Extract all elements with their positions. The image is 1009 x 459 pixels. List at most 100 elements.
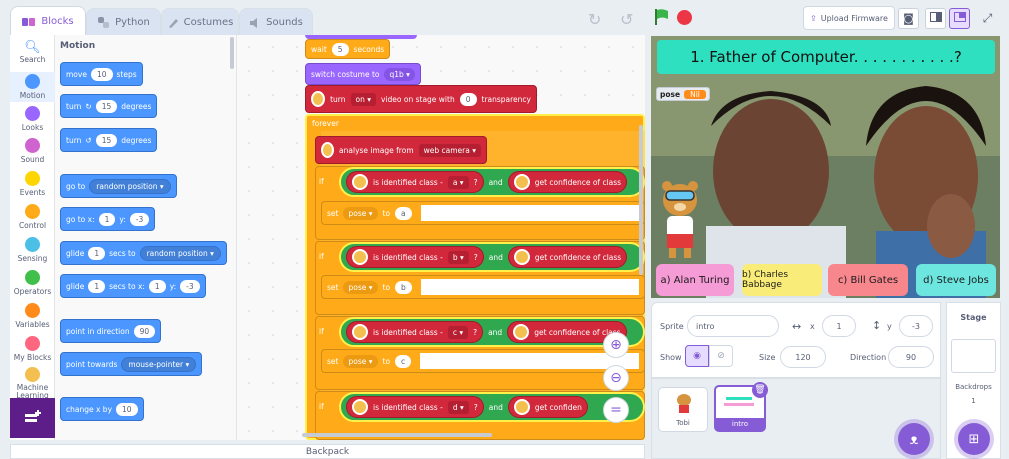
- towards-dropdown[interactable]: mouse-pointer ▾: [121, 356, 197, 372]
- and-condition-3[interactable]: is identified class -c ▾? and get confiden…: [339, 317, 645, 347]
- confidence-reporter[interactable]: get confidence of class: [507, 246, 628, 268]
- stage-target-pane[interactable]: Stage Backdrops 1 ⊞: [946, 302, 1001, 459]
- x-position-input[interactable]: 1: [822, 315, 856, 337]
- video-state-dropdown[interactable]: on ▾: [350, 92, 376, 106]
- sprite-thumb-tobi[interactable]: Tobi: [658, 387, 708, 432]
- delete-sprite-button[interactable]: 🗑︎: [752, 382, 768, 398]
- variable-dropdown[interactable]: pose ▾: [343, 354, 378, 368]
- x-input[interactable]: 1: [148, 279, 166, 293]
- change-x-input[interactable]: 10: [116, 402, 138, 416]
- glide-dropdown[interactable]: random position ▾: [139, 245, 221, 261]
- zoom-reset-button[interactable]: =: [603, 397, 629, 423]
- y-input[interactable]: -3: [180, 279, 200, 293]
- sprite-thumb-intro[interactable]: intro 🗑︎: [714, 382, 768, 432]
- redo-icon[interactable]: ↻: [588, 10, 601, 29]
- stage-canvas[interactable]: 1. Father of Computer. . . . . . . . . .…: [651, 36, 1000, 298]
- size-input[interactable]: 120: [780, 346, 826, 368]
- identified-class-reporter[interactable]: is identified class - a ▾?: [346, 171, 484, 193]
- switch-costume-block[interactable]: switch costume to q1b ▾: [305, 63, 421, 85]
- set-variable-block-1[interactable]: set pose ▾ to a: [321, 201, 645, 225]
- value-input[interactable]: b: [395, 280, 412, 294]
- point-direction-block[interactable]: point in direction 90: [60, 319, 162, 343]
- secs-input[interactable]: 1: [88, 279, 106, 293]
- turn-left-block[interactable]: turn ↺ 15 degrees: [60, 128, 158, 152]
- glide-xy-block[interactable]: glide 1 secs to x: 1 y: -3: [60, 274, 206, 298]
- goto-dropdown[interactable]: random position ▾: [89, 178, 171, 194]
- variable-monitor-pose[interactable]: pose Nil: [656, 87, 710, 101]
- stop-button[interactable]: [677, 10, 692, 25]
- class-dropdown[interactable]: c ▾: [447, 325, 469, 339]
- wait-block[interactable]: wait 5 seconds: [305, 39, 391, 59]
- script-horizontal-scrollbar[interactable]: [302, 433, 492, 437]
- turn-right-block[interactable]: turn ↻ 15 degrees: [60, 94, 158, 118]
- category-my-blocks[interactable]: My Blocks: [10, 336, 55, 362]
- transparency-input[interactable]: 0: [459, 92, 477, 106]
- class-dropdown[interactable]: d ▾: [447, 400, 469, 414]
- degrees-input[interactable]: 15: [95, 99, 118, 113]
- add-sprite-button[interactable]: ᴥ: [898, 423, 930, 455]
- category-operators[interactable]: Operators: [10, 270, 55, 296]
- answer-option-a[interactable]: a) Alan Turing: [656, 264, 734, 296]
- sprite-name-input[interactable]: intro: [687, 315, 779, 337]
- confidence-reporter[interactable]: get confiden: [507, 396, 588, 418]
- category-looks[interactable]: Looks: [10, 106, 55, 132]
- green-flag-button[interactable]: [652, 8, 672, 28]
- glide-block[interactable]: glide 1 secs to random position ▾: [60, 241, 227, 265]
- undo-icon[interactable]: ↺: [620, 10, 633, 29]
- and-condition-2[interactable]: is identified class - b ▾? and get confiden…: [339, 242, 645, 272]
- tab-blocks[interactable]: Blocks: [10, 6, 86, 36]
- category-control[interactable]: Control: [10, 204, 55, 230]
- answer-option-d[interactable]: d) Steve Jobs: [916, 264, 996, 296]
- upload-firmware-button[interactable]: ⇪ Upload Firmware: [803, 6, 895, 30]
- identified-class-reporter[interactable]: is identified class - b ▾?: [346, 246, 484, 268]
- x-input[interactable]: 1: [98, 212, 116, 226]
- goto-block[interactable]: go to random position ▾: [60, 174, 177, 198]
- direction-input[interactable]: 90: [888, 346, 934, 368]
- category-events[interactable]: Events: [10, 171, 55, 197]
- y-input[interactable]: -3: [129, 212, 150, 226]
- and-condition-4[interactable]: is identified class - d ▾? and get confiden: [339, 392, 645, 422]
- zoom-in-button[interactable]: ⊕: [603, 332, 629, 358]
- costume-dropdown[interactable]: q1b ▾: [384, 67, 415, 81]
- identified-class-reporter[interactable]: is identified class - c ▾?: [346, 321, 484, 343]
- hide-sprite-button[interactable]: ⊘: [709, 345, 733, 367]
- video-on-stage-block[interactable]: turn on ▾ video on stage with 0 transparency: [305, 85, 537, 113]
- screenshot-button[interactable]: ◙: [898, 8, 919, 29]
- point-towards-block[interactable]: point towards mouse-pointer ▾: [60, 352, 203, 376]
- steps-input[interactable]: 10: [90, 67, 113, 81]
- tobi-sprite[interactable]: [655, 176, 705, 264]
- image-source-dropdown[interactable]: web camera ▾: [418, 143, 481, 157]
- analyse-image-block[interactable]: analyse image from web camera ▾: [315, 136, 487, 164]
- value-input[interactable]: c: [395, 354, 412, 368]
- tab-python[interactable]: Python: [86, 8, 161, 36]
- add-backdrop-button[interactable]: ⊞: [958, 423, 990, 455]
- category-machine-learning[interactable]: Machine Learning: [10, 367, 55, 400]
- y-position-input[interactable]: -3: [899, 315, 933, 337]
- category-motion[interactable]: Motion: [10, 72, 55, 102]
- set-variable-block-2[interactable]: set pose ▾ to b: [321, 275, 645, 299]
- class-dropdown[interactable]: a ▾: [447, 175, 469, 189]
- answer-option-b[interactable]: b) Charles Babbage: [742, 264, 822, 296]
- category-variables[interactable]: Variables: [10, 303, 55, 329]
- answer-option-c[interactable]: c) Bill Gates: [828, 264, 908, 296]
- confidence-reporter[interactable]: get confidence of class: [507, 171, 628, 193]
- large-stage-button[interactable]: [949, 8, 970, 29]
- backpack-bar[interactable]: Backpack: [10, 444, 645, 459]
- value-input[interactable]: a: [395, 206, 412, 220]
- goto-xy-block[interactable]: go to x: 1 y: -3: [60, 207, 156, 231]
- category-search[interactable]: 🔍︎ Search: [10, 40, 55, 64]
- fullscreen-button[interactable]: ⤢: [977, 8, 998, 29]
- move-steps-block[interactable]: move 10 steps: [60, 62, 143, 86]
- small-stage-button[interactable]: [925, 8, 946, 29]
- script-vertical-scrollbar[interactable]: [639, 125, 643, 275]
- direction-input[interactable]: 90: [133, 324, 156, 338]
- palette-scrollbar[interactable]: [230, 37, 234, 69]
- wait-seconds-input[interactable]: 5: [331, 42, 349, 56]
- tab-sounds[interactable]: Sounds: [239, 8, 313, 36]
- tab-costumes[interactable]: Costumes: [161, 8, 239, 36]
- secs-input[interactable]: 1: [88, 246, 106, 260]
- zoom-out-button[interactable]: ⊖: [603, 365, 629, 391]
- degrees-input[interactable]: 15: [95, 133, 118, 147]
- category-sensing[interactable]: Sensing: [10, 237, 55, 263]
- identified-class-reporter[interactable]: is identified class - d ▾?: [346, 396, 484, 418]
